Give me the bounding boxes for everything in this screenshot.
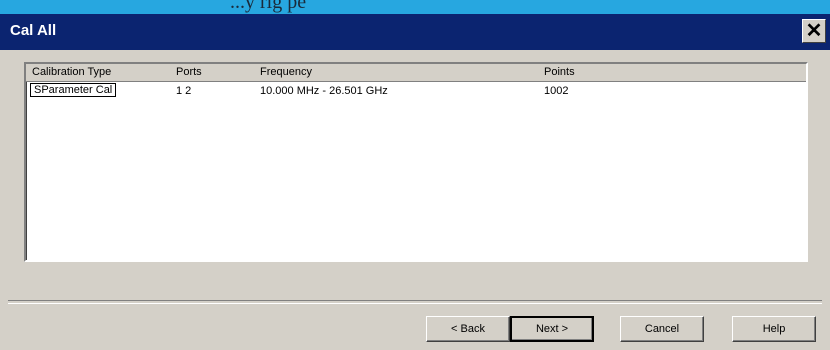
banner-text: ...y rig pe <box>230 0 307 13</box>
list-item[interactable]: SParameter Cal 1 2 10.000 MHz - 26.501 G… <box>26 83 806 100</box>
cell-points: 1002 <box>544 85 569 97</box>
close-icon: ✕ <box>805 20 823 42</box>
close-button[interactable]: ✕ <box>802 19 826 43</box>
cancel-button[interactable]: Cancel <box>620 316 704 342</box>
calibration-list[interactable]: Calibration Type Ports Frequency Points … <box>24 62 808 262</box>
cell-calibration-type: SParameter Cal <box>30 83 117 97</box>
cell-frequency: 10.000 MHz - 26.501 GHz <box>260 85 388 97</box>
column-header-frequency[interactable]: Frequency <box>260 66 312 78</box>
column-header-calibration-type[interactable]: Calibration Type <box>32 66 111 78</box>
column-header-ports[interactable]: Ports <box>176 66 202 78</box>
next-button[interactable]: Next > <box>510 316 594 342</box>
column-header-points[interactable]: Points <box>544 66 575 78</box>
title-bar: Cal All ✕ <box>0 14 830 50</box>
back-button[interactable]: < Back <box>426 316 510 342</box>
help-button[interactable]: Help <box>732 316 816 342</box>
list-header: Calibration Type Ports Frequency Points <box>26 64 806 82</box>
window-title: Cal All <box>10 22 57 39</box>
separator-line <box>8 300 822 304</box>
cell-ports: 1 2 <box>176 85 192 97</box>
top-banner-strip: ...y rig pe <box>0 0 830 14</box>
